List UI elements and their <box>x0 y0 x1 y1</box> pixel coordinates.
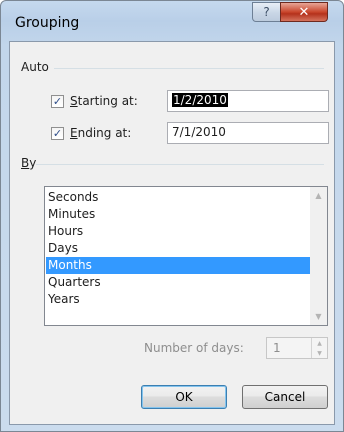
check-icon: ✓ <box>52 126 63 140</box>
by-group-divider <box>36 164 324 165</box>
listbox-scrollbar[interactable]: ▲ ▼ <box>310 187 327 325</box>
ending-at-label: Ending at: <box>70 126 132 140</box>
ok-button[interactable]: OK <box>141 385 227 409</box>
number-of-days-spinner[interactable]: 1 ▲ ▼ <box>266 337 328 359</box>
ending-at-value: 7/1/2010 <box>172 125 226 139</box>
list-item[interactable]: Quarters <box>46 274 310 291</box>
number-of-days-value: 1 <box>273 341 281 355</box>
dialog-title: Grouping <box>15 15 80 31</box>
starting-at-checkbox[interactable]: ✓ <box>51 94 64 108</box>
scroll-down-arrow-icon[interactable]: ▼ <box>310 308 327 325</box>
help-button[interactable]: ? <box>252 2 281 22</box>
auto-group-label: Auto <box>21 60 49 74</box>
by-list-items: Seconds Minutes Hours Days Months Quarters Yea… <box>46 189 310 308</box>
ending-at-input[interactable]: 7/1/2010 <box>167 122 329 144</box>
spin-down-arrow-icon[interactable]: ▼ <box>312 348 327 358</box>
list-item[interactable]: Days <box>46 240 310 257</box>
starting-at-value: 1/2/2010 <box>172 93 228 107</box>
list-item[interactable]: Hours <box>46 223 310 240</box>
list-item[interactable]: Seconds <box>46 189 310 206</box>
title-bar[interactable]: Grouping ? ✕ <box>1 1 343 41</box>
list-item[interactable]: Minutes <box>46 206 310 223</box>
check-icon: ✓ <box>52 94 63 108</box>
by-group-label: By <box>21 156 37 170</box>
ending-at-checkbox[interactable]: ✓ <box>51 126 64 140</box>
dialog-body: Auto ✓ Starting at: 1/2/2010 ✓ Ending at… <box>9 41 335 425</box>
grouping-dialog: Grouping ? ✕ Auto ✓ Starting at: 1/2/201… <box>0 0 344 432</box>
by-listbox[interactable]: Seconds Minutes Hours Days Months Quarters Yea… <box>44 186 328 326</box>
help-icon: ? <box>263 5 270 19</box>
spinner-buttons: ▲ ▼ <box>311 338 327 358</box>
spin-up-arrow-icon[interactable]: ▲ <box>312 338 327 348</box>
close-button[interactable]: ✕ <box>280 2 328 22</box>
starting-at-row: ✓ Starting at: <box>51 94 138 108</box>
ending-at-row: ✓ Ending at: <box>51 126 131 140</box>
starting-at-input[interactable]: 1/2/2010 <box>167 90 329 112</box>
close-icon: ✕ <box>298 4 310 20</box>
list-item[interactable]: Months <box>46 257 310 274</box>
auto-group-divider <box>54 68 324 69</box>
scroll-up-arrow-icon[interactable]: ▲ <box>310 187 327 204</box>
cancel-button[interactable]: Cancel <box>242 385 328 409</box>
list-item[interactable]: Years <box>46 291 310 308</box>
number-of-days-label: Number of days: <box>144 341 244 355</box>
starting-at-label: Starting at: <box>70 94 138 108</box>
